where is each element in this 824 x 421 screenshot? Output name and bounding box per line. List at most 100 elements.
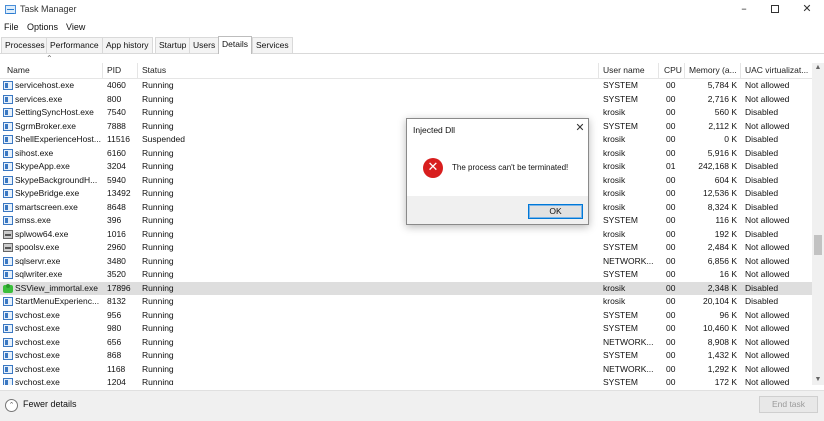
chevron-up-icon[interactable]: ⌃ [5, 399, 18, 412]
process-name: SettingSyncHost.exe [15, 107, 94, 117]
process-icon [3, 94, 13, 104]
process-user: NETWORK... [603, 255, 654, 266]
process-name: sqlwriter.exe [15, 269, 63, 279]
scroll-down-icon[interactable]: ▼ [812, 375, 824, 385]
table-row[interactable]: svchost.exe 980 Running SYSTEM 00 10,460 K Not… [0, 322, 812, 336]
process-name: svchost.exe [15, 377, 60, 385]
process-icon [3, 337, 13, 347]
process-uac: Not allowed [745, 242, 790, 252]
tab-services[interactable]: Services [252, 37, 293, 53]
table-row[interactable]: svchost.exe 1168 Running NETWORK... 00 1,292 … [0, 363, 812, 377]
process-status: Running [142, 269, 174, 279]
table-row[interactable]: sqlwriter.exe 3520 Running SYSTEM 00 16 K Not … [0, 268, 812, 282]
tab-startup[interactable]: Startup [155, 37, 191, 53]
table-row[interactable]: spoolsv.exe 2960 Running SYSTEM 00 2,484 K Not… [0, 241, 812, 255]
printer-icon [3, 229, 13, 239]
table-row[interactable]: sqlservr.exe 3480 Running NETWORK... 00 6,856… [0, 255, 812, 269]
vertical-scrollbar[interactable]: ▲ ▼ [812, 63, 824, 385]
column-uac[interactable]: UAC virtualizat... [745, 65, 811, 75]
process-status: Running [142, 336, 174, 347]
process-status: Running [142, 120, 174, 131]
process-memory: 20,104 K [702, 296, 737, 306]
process-user: krosik [603, 161, 626, 171]
process-pid: 8648 [107, 201, 126, 212]
column-name[interactable]: Name [7, 65, 30, 75]
process-memory: 1,432 K [707, 350, 737, 360]
process-icon [3, 216, 13, 225]
table-row[interactable]: services.exe 800 Running SYSTEM 00 2,716 K Not… [0, 93, 812, 107]
menu-file[interactable]: File [4, 22, 19, 32]
table-row[interactable]: svchost.exe 956 Running SYSTEM 00 96 K Not all… [0, 309, 812, 323]
minimize-button[interactable]: – [727, 0, 761, 20]
process-uac: Not allowed [745, 377, 790, 385]
maximize-button[interactable] [758, 0, 792, 20]
column-memory[interactable]: Memory (a... [689, 65, 739, 75]
ok-button[interactable]: OK [528, 204, 583, 219]
column-cpu[interactable]: CPU [664, 65, 682, 75]
process-pid: 4060 [107, 80, 126, 90]
menu-view[interactable]: View [66, 22, 85, 32]
process-name: splwow64.exe [15, 228, 69, 239]
table-row[interactable]: svchost.exe 656 Running NETWORK... 00 8,908 K… [0, 336, 812, 350]
process-memory: 192 K [714, 228, 737, 239]
process-cpu: 00 [666, 255, 676, 266]
table-row[interactable]: servicehost.exe 4060 Running SYSTEM 00 5,784 … [0, 79, 812, 93]
fewer-details-link[interactable]: Fewer details [23, 399, 77, 409]
tab-users[interactable]: Users [189, 37, 220, 53]
tab-performance[interactable]: Performance [46, 37, 103, 53]
process-user: SYSTEM [603, 93, 638, 104]
process-status: Running [142, 201, 174, 212]
process-status: Suspended [142, 134, 186, 144]
column-user-name[interactable]: User name [603, 65, 645, 75]
process-user: krosik [603, 107, 626, 117]
process-status: Running [142, 80, 174, 90]
process-cpu: 00 [666, 269, 676, 279]
process-status: Running [142, 215, 174, 225]
process-name: StartMenuExperienc... [15, 296, 100, 306]
column-pid[interactable]: PID [107, 65, 121, 75]
process-name: svchost.exe [15, 350, 60, 360]
process-status: Running [142, 228, 174, 239]
process-name: SSView_immortal.exe [15, 282, 98, 293]
process-uac: Disabled [745, 201, 779, 212]
process-pid: 3204 [107, 161, 126, 171]
scroll-up-icon[interactable]: ▲ [812, 63, 824, 73]
process-name: SkypeApp.exe [15, 161, 70, 171]
tab-details[interactable]: Details [218, 36, 252, 54]
table-row[interactable]: StartMenuExperienc... 8132 Running krosik 00… [0, 295, 812, 309]
close-button[interactable]: ✕ [790, 0, 824, 20]
process-cpu: 00 [666, 188, 676, 198]
process-status: Running [142, 161, 174, 171]
process-name: servicehost.exe [15, 80, 75, 90]
process-icon [3, 162, 13, 171]
process-status: Running [142, 377, 174, 385]
menu-options[interactable]: Options [27, 22, 58, 32]
process-pid: 3520 [107, 269, 126, 279]
menu-bar: File Options View [0, 20, 824, 35]
end-task-button[interactable]: End task [759, 396, 818, 413]
process-user: NETWORK... [603, 363, 654, 374]
process-uac: Not allowed [745, 93, 790, 104]
process-memory: 10,460 K [702, 323, 737, 333]
table-row[interactable]: SSView_immortal.exe 17896 Running krosik 00 2… [0, 281, 812, 295]
process-cpu: 00 [666, 134, 676, 144]
process-name: sihost.exe [15, 147, 54, 158]
process-name: services.exe [15, 93, 63, 104]
process-user: SYSTEM [603, 323, 638, 333]
tab-processes[interactable]: Processes [1, 37, 49, 53]
process-icon [3, 324, 13, 333]
process-icon [3, 256, 13, 266]
table-row[interactable]: splwow64.exe 1016 Running krosik 00 192 K Disa… [0, 228, 812, 242]
process-icon [3, 351, 13, 360]
process-memory: 12,536 K [702, 188, 737, 198]
process-uac: Disabled [745, 188, 779, 198]
scrollbar-thumb[interactable] [814, 235, 822, 255]
process-user: SYSTEM [603, 215, 638, 225]
column-status[interactable]: Status [142, 65, 166, 75]
dialog-close-button[interactable]: ✕ [573, 121, 587, 135]
process-uac: Disabled [745, 282, 779, 293]
tab-app-history[interactable]: App history [102, 37, 153, 53]
table-row[interactable]: svchost.exe 1204 Running SYSTEM 00 172 K Not a… [0, 376, 812, 385]
process-name: sqlservr.exe [15, 255, 61, 266]
table-row[interactable]: svchost.exe 868 Running SYSTEM 00 1,432 K Not … [0, 349, 812, 363]
